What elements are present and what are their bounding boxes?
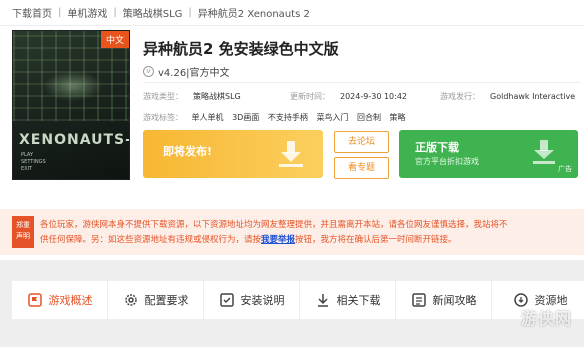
install-icon [219,293,234,307]
divider [143,82,581,83]
breadcrumb-separator: | [58,7,62,18]
disclaimer-line2-b: 按钮，我方将在确认后第一时间断开链接。 [295,235,457,245]
coming-soon-button[interactable]: 即将发布! [143,130,323,178]
disclaimer-label-line1: 郑重 [16,221,30,229]
breadcrumb: 下载首页 | 单机游戏 | 策略战棋SLG | 异种航员2 Xenonauts … [0,0,584,26]
cover-glow [43,71,103,101]
coming-soon-label: 即将发布! [163,145,213,158]
cover-menu: PLAY SETTINGS EXIT [21,152,46,173]
tab-overview[interactable]: 游戏概述 [12,281,108,319]
disclaimer-line2: 供任何保障。另：如这些资源地址有违规或侵权行为，请按我要举报按钮，我方将在确认后… [40,233,580,248]
tab-requirements[interactable]: 配置要求 [108,281,204,319]
meta-publisher-value: Goldhawk Interactive [490,92,576,101]
topic-button[interactable]: 看专题 [334,157,389,179]
disclaimer-line2-a: 供任何保障。另：如这些资源地址有违规或侵权行为，请按 [40,235,262,245]
official-download-subtitle: 官方平台折扣游戏 [415,157,479,166]
cover-menu-settings: SETTINGS [21,159,46,165]
download-icon [533,140,555,164]
meta-update-label: 更新时间： [290,92,330,101]
page: 下载首页 | 单机游戏 | 策略战棋SLG | 异种航员2 Xenonauts … [0,0,584,347]
tab-label: 新闻攻略 [432,294,477,307]
news-icon [411,293,426,307]
cover-logo: XENONAUTS-2 [19,132,129,148]
tab-news[interactable]: 新闻攻略 [396,281,492,319]
tab-label: 游戏概述 [48,294,93,307]
meta-update: 更新时间： 2024-9-30 10:42 [290,91,407,102]
tab-label: 相关下载 [336,294,381,307]
breadcrumb-home[interactable]: 下载首页 [12,5,52,20]
meta-publisher-label: 游戏发行： [440,92,480,101]
meta-publisher: 游戏发行： Goldhawk Interactive [440,91,575,102]
tag-item[interactable]: 策略 [390,113,406,122]
forum-button[interactable]: 去论坛 [334,131,389,153]
meta-type-label: 游戏类型： [143,92,183,101]
breadcrumb-separator: | [188,7,192,18]
tab-related-downloads[interactable]: 相关下载 [300,281,396,319]
game-title: 异种航员2 免安装绿色中文版 [143,40,339,58]
cover-menu-play: PLAY [21,152,34,158]
tag-item[interactable]: 3D画面 [232,113,259,122]
report-link[interactable]: 我要举报 [261,235,295,245]
chinese-badge: 中文 [100,31,129,48]
official-download-title: 正版下载 [415,141,459,154]
official-download-button[interactable]: 正版下载 官方平台折扣游戏 广告 [399,130,578,178]
breadcrumb-slg[interactable]: 策略战棋SLG [123,5,183,20]
tag-item[interactable]: 回合制 [357,113,381,122]
breadcrumb-separator: | [113,7,117,18]
meta-type: 游戏类型： 策略战棋SLG [143,91,241,102]
breadcrumb-single-games[interactable]: 单机游戏 [67,5,107,20]
tag-item[interactable]: 单人单机 [192,113,224,122]
download-icon [317,294,328,307]
disclaimer-line1: 各位玩家，游侠网本身不提供下载资源，以下资源地址均为网友整理提供，并且需离开本站… [40,220,508,230]
meta-update-value: 2024-9-30 10:42 [340,92,407,101]
tab-bar: 游戏概述 配置要求 安装说明 相关下载 新闻攻略 资源地 [12,281,584,319]
meta-type-value[interactable]: 策略战棋SLG [193,92,241,101]
version-icon: v [143,66,154,77]
version-row: v v4.26|官方中文 [143,64,230,79]
disclaimer-text: 各位玩家，游侠网本身不提供下载资源，以下资源地址均为网友整理提供，并且需离开本站… [40,218,580,248]
cover-menu-exit: EXIT [21,166,33,172]
cover-logo-main: XENONAUTS [19,132,126,148]
game-cover[interactable]: 中文 XENONAUTS-2 PLAY SETTINGS EXIT [12,30,130,180]
cover-logo-sub: -2 [125,132,129,148]
flag-icon [27,293,42,307]
tag-item[interactable]: 菜鸟入门 [316,113,348,122]
tab-label: 配置要求 [144,294,189,307]
site-watermark: 游侠网 [520,309,572,328]
version-text: v4.26|官方中文 [158,68,230,79]
meta-tags: 游戏标签： 单人单机 3D画面 不支持手柄 菜鸟入门 回合制 策略 [143,112,406,123]
breadcrumb-current: 异种航员2 Xenonauts 2 [197,9,310,20]
meta-tags-label: 游戏标签： [143,113,183,122]
tab-label: 安装说明 [240,294,285,307]
download-icon [279,141,303,167]
ad-label: 广告 [558,165,572,173]
disclaimer-label: 郑重 声明 [12,216,34,248]
gear-icon [124,294,137,306]
tag-item[interactable]: 不支持手柄 [268,113,308,122]
disclaimer-label-line2: 声明 [16,232,30,240]
tab-install[interactable]: 安装说明 [204,281,300,319]
disclaimer-notice: 郑重 声明 各位玩家，游侠网本身不提供下载资源，以下资源地址均为网友整理提供，并… [0,209,584,255]
